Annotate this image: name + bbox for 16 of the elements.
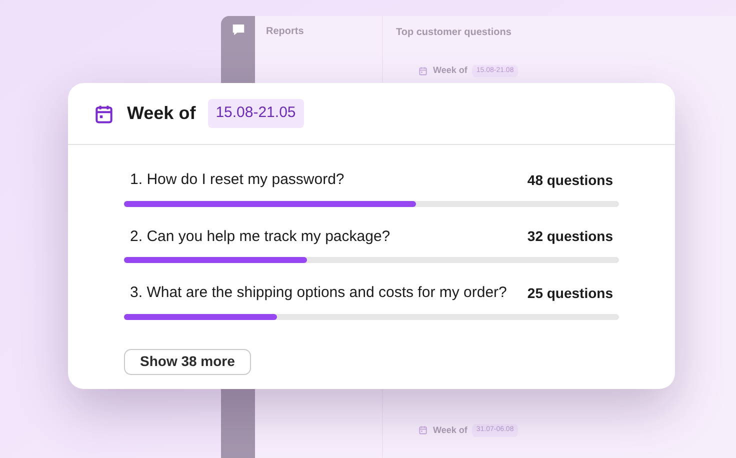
question-text: 2. Can you help me track my package? — [130, 226, 390, 246]
calendar-icon — [418, 425, 428, 436]
date-range: 15.08-21.05 — [208, 99, 304, 128]
chat-icon — [230, 22, 246, 37]
week-label: Week of — [433, 424, 468, 436]
main-title: Top customer questions — [396, 26, 512, 40]
show-more-button[interactable]: Show 38 more — [124, 348, 251, 374]
week-label: Week of — [433, 64, 468, 77]
question-text: 1. How do I reset my password? — [130, 170, 344, 190]
question-count: 32 questions — [527, 227, 613, 246]
question-count: 25 questions — [527, 284, 613, 303]
calendar-icon — [418, 66, 428, 76]
question-count: 48 questions — [527, 170, 613, 190]
question-text: 3. What are the shipping options and costs for my order? — [130, 283, 507, 303]
card-title: Week of — [127, 102, 196, 125]
panel-title: Reports — [266, 25, 305, 39]
